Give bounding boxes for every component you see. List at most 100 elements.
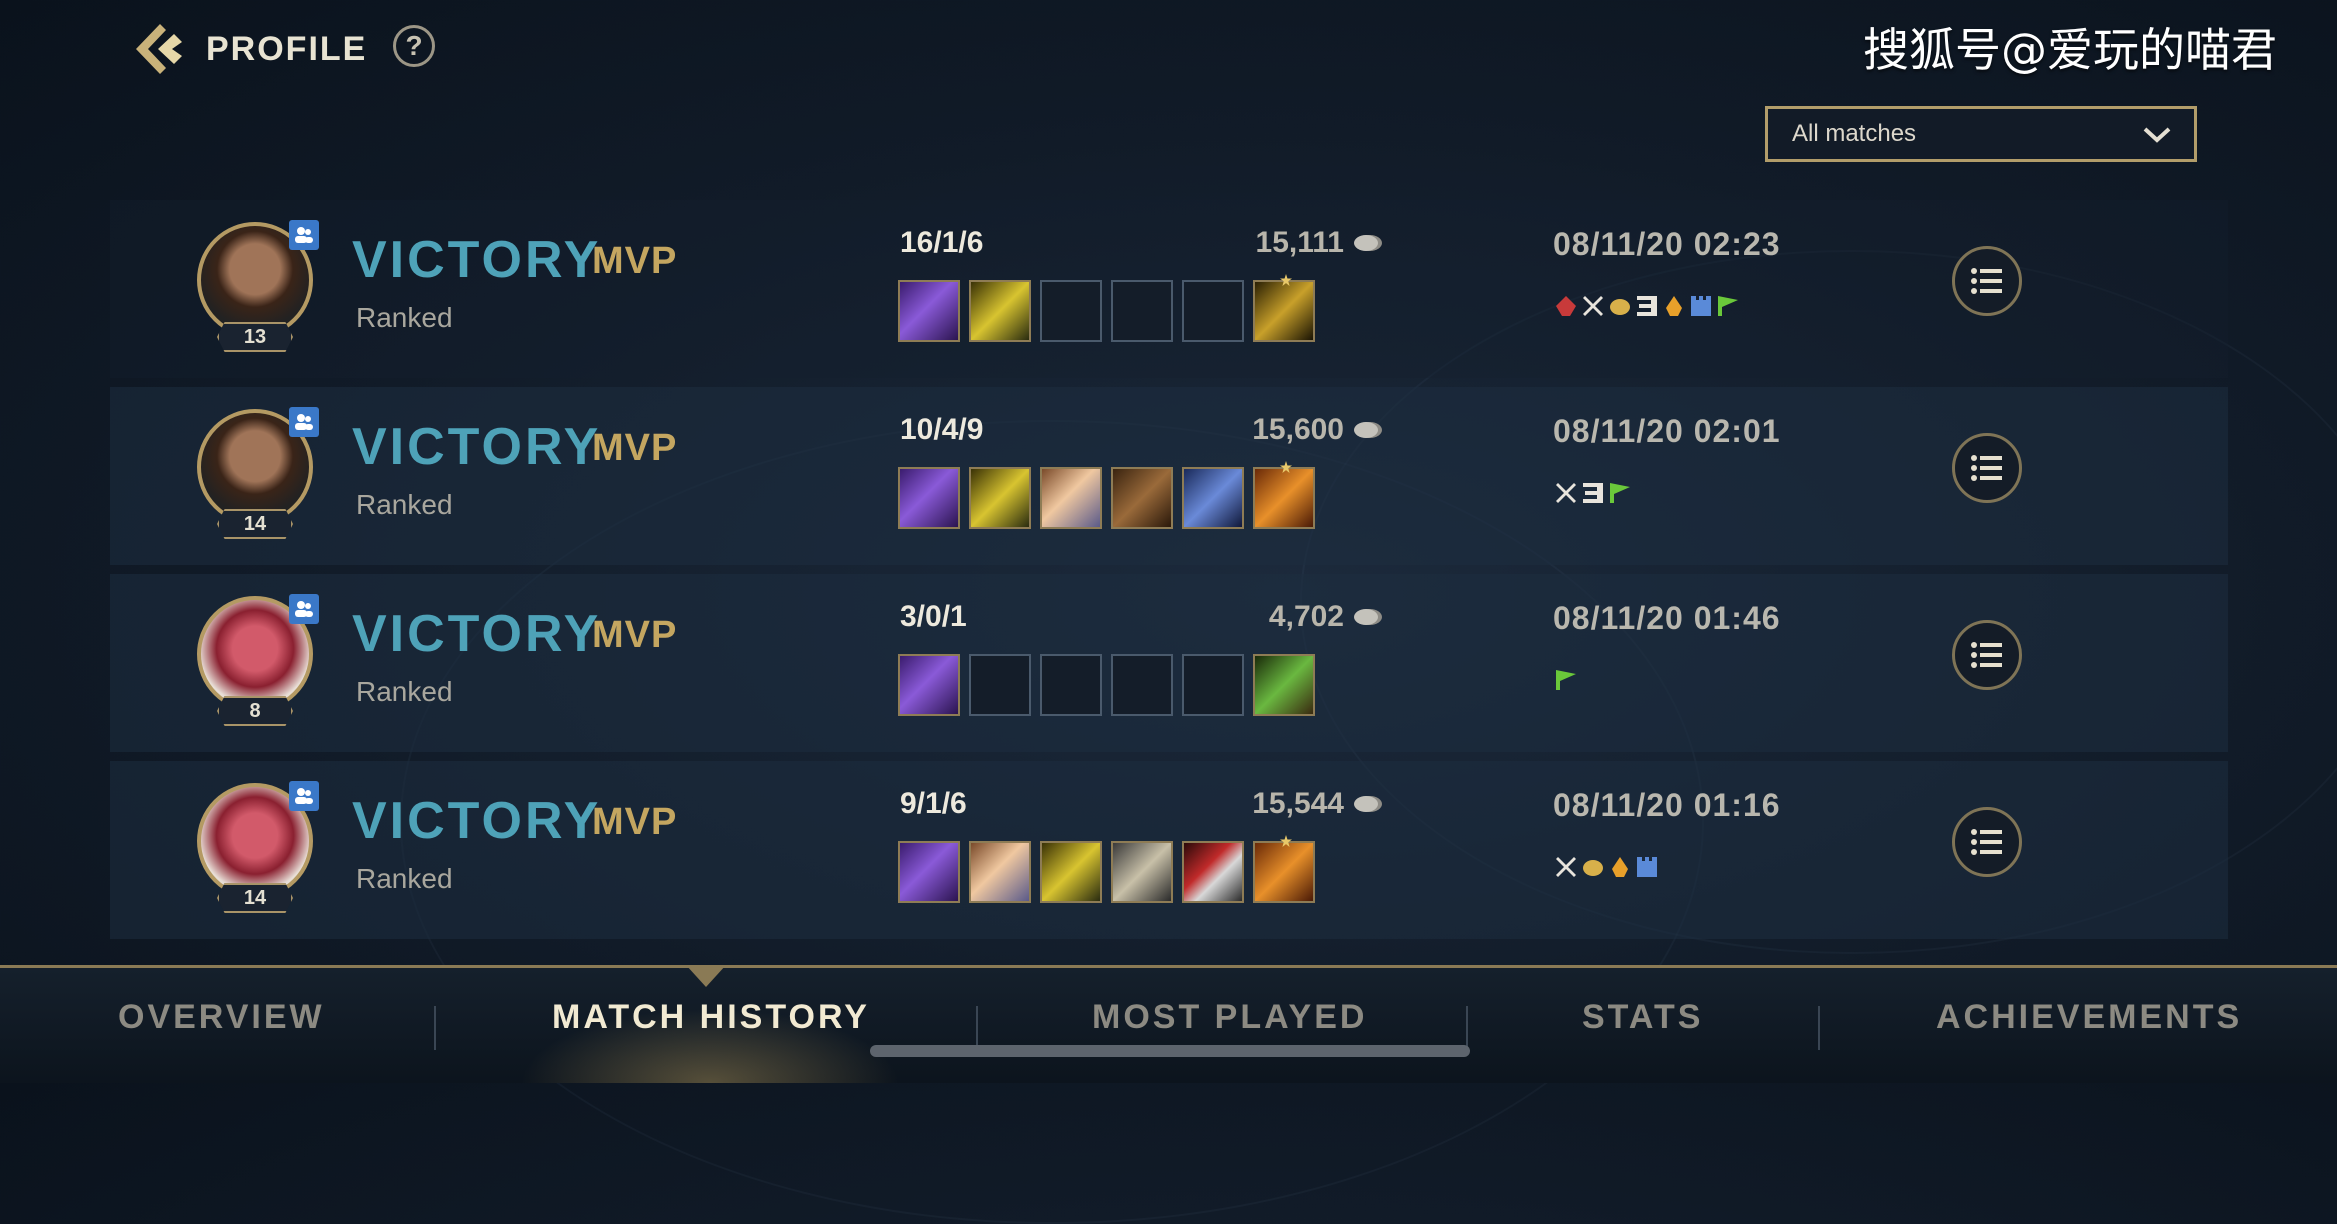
star-icon bbox=[1280, 274, 1292, 286]
purple-sword-item[interactable] bbox=[898, 654, 960, 716]
shield-item[interactable] bbox=[1182, 841, 1244, 903]
purple-sword-item[interactable] bbox=[898, 841, 960, 903]
match-details-button[interactable] bbox=[1952, 433, 2022, 503]
empty-item-slot[interactable] bbox=[1111, 280, 1173, 342]
watermark: 搜狐号@爱玩的喵君 bbox=[1863, 23, 2277, 77]
phoenix-item-starred[interactable] bbox=[1253, 835, 1315, 903]
match-timestamp: 08/11/20 01:16 bbox=[1553, 787, 1781, 823]
bottom-nav: OVERVIEW MATCH HISTORY MOST PLAYED STATS… bbox=[0, 965, 2337, 1083]
game-mode: Ranked bbox=[356, 676, 453, 707]
match-filter-dropdown[interactable]: All matches bbox=[1765, 106, 2197, 162]
empty-item-slot[interactable] bbox=[1182, 654, 1244, 716]
match-timestamp: 08/11/20 02:01 bbox=[1553, 413, 1781, 449]
match-row[interactable]: 8 VICTORY MVP Ranked 3/0/1 4,702 08/11/2… bbox=[110, 574, 2228, 752]
match-row[interactable]: 14 VICTORY MVP Ranked 10/4/9 15,600 08/1… bbox=[110, 387, 2228, 565]
match-details-button[interactable] bbox=[1952, 807, 2022, 877]
match-result: VICTORY bbox=[352, 605, 602, 663]
empty-item-slot[interactable] bbox=[1040, 654, 1102, 716]
match-result: VICTORY bbox=[352, 418, 602, 476]
gold-coin-icon bbox=[1354, 422, 1382, 438]
triple-kill-icon bbox=[1583, 483, 1603, 503]
mvp-badge: MVP bbox=[592, 240, 678, 282]
match-history-list: 13 VICTORY MVP Ranked 16/1/6 15,111 08/1… bbox=[110, 200, 2228, 948]
gold-coin-icon bbox=[1354, 235, 1382, 251]
empty-item-slot[interactable] bbox=[1182, 280, 1244, 342]
gold-earned: 15,111 bbox=[1174, 226, 1384, 260]
list-icon bbox=[1971, 829, 2002, 855]
gold-triangle-item[interactable] bbox=[969, 467, 1031, 529]
empty-item-slot[interactable] bbox=[969, 654, 1031, 716]
hero-level-badge: 14 bbox=[217, 883, 293, 913]
match-details-button[interactable] bbox=[1952, 246, 2022, 316]
kda: 10/4/9 bbox=[900, 413, 984, 446]
gold-triangle-item[interactable] bbox=[1040, 841, 1102, 903]
nav-divider bbox=[1466, 1006, 1468, 1050]
armor-item[interactable] bbox=[1111, 467, 1173, 529]
star-icon bbox=[1280, 835, 1292, 847]
flag-icon bbox=[1556, 670, 1576, 690]
gold-earned: 15,600 bbox=[1174, 413, 1384, 447]
nav-divider bbox=[1818, 1006, 1820, 1050]
hero-avatar: 14 bbox=[197, 407, 319, 539]
nav-divider bbox=[976, 1006, 978, 1050]
belt-item[interactable] bbox=[1111, 841, 1173, 903]
match-row[interactable]: 13 VICTORY MVP Ranked 16/1/6 15,111 08/1… bbox=[110, 200, 2228, 378]
match-timestamp: 08/11/20 02:23 bbox=[1553, 226, 1781, 262]
match-result: VICTORY bbox=[352, 231, 602, 289]
gold-coin-icon bbox=[1354, 796, 1382, 812]
coins-icon bbox=[1610, 299, 1630, 315]
gold-triangle-item[interactable] bbox=[969, 280, 1031, 342]
gold-earned: 15,544 bbox=[1174, 787, 1384, 821]
back-arrow-icon bbox=[136, 24, 182, 74]
coins-icon bbox=[1583, 860, 1603, 876]
hero-level-badge: 8 bbox=[217, 696, 293, 726]
item-build bbox=[898, 461, 1315, 529]
gold-value: 15,600 bbox=[1252, 413, 1344, 446]
party-icon bbox=[289, 781, 319, 811]
green-boots-item[interactable] bbox=[1253, 654, 1315, 716]
tab-match-history[interactable]: MATCH HISTORY bbox=[552, 998, 870, 1037]
game-mode: Ranked bbox=[356, 863, 453, 894]
item-build bbox=[898, 654, 1315, 716]
hero-level-badge: 13 bbox=[217, 322, 293, 352]
gold-value: 15,111 bbox=[1255, 226, 1344, 259]
tab-overview[interactable]: OVERVIEW bbox=[118, 998, 325, 1037]
tab-most-played[interactable]: MOST PLAYED bbox=[1092, 998, 1367, 1037]
chainmail-item[interactable] bbox=[1182, 467, 1244, 529]
empty-item-slot[interactable] bbox=[1040, 280, 1102, 342]
back-button[interactable]: PROFILE bbox=[130, 20, 367, 78]
purple-sword-item[interactable] bbox=[898, 280, 960, 342]
match-details-button[interactable] bbox=[1952, 620, 2022, 690]
list-icon bbox=[1971, 642, 2002, 668]
tab-achievements[interactable]: ACHIEVEMENTS bbox=[1936, 998, 2242, 1037]
home-indicator bbox=[870, 1045, 1470, 1057]
flag-icon bbox=[1610, 483, 1630, 503]
kda: 3/0/1 bbox=[900, 600, 967, 633]
purple-sword-item[interactable] bbox=[898, 467, 960, 529]
winged-blade-item[interactable] bbox=[969, 841, 1031, 903]
filter-selected-value: All matches bbox=[1792, 120, 1917, 147]
flame-icon bbox=[1612, 857, 1628, 877]
list-icon bbox=[1971, 455, 2002, 481]
phoenix-item-starred[interactable] bbox=[1253, 461, 1315, 529]
item-build bbox=[898, 274, 1315, 342]
game-mode: Ranked bbox=[356, 302, 453, 333]
boots-item-starred[interactable] bbox=[1253, 274, 1315, 342]
star-icon bbox=[1280, 461, 1292, 473]
kda: 9/1/6 bbox=[900, 787, 967, 820]
triple-kill-icon bbox=[1637, 296, 1657, 316]
empty-item-slot[interactable] bbox=[1111, 654, 1173, 716]
help-button[interactable]: ? bbox=[393, 25, 435, 67]
gold-coin-icon bbox=[1354, 609, 1382, 625]
red-blade-icon bbox=[1556, 296, 1576, 316]
chevron-down-icon bbox=[2143, 127, 2171, 143]
crossed-swords-icon bbox=[1556, 483, 1576, 503]
nav-divider bbox=[434, 1006, 436, 1050]
match-row[interactable]: 14 VICTORY MVP Ranked 9/1/6 15,544 08/11… bbox=[110, 761, 2228, 939]
achievement-icons bbox=[1556, 857, 1657, 877]
tab-stats[interactable]: STATS bbox=[1582, 998, 1703, 1037]
hero-avatar: 14 bbox=[197, 781, 319, 913]
kda: 16/1/6 bbox=[900, 226, 984, 259]
winged-blade-item[interactable] bbox=[1040, 467, 1102, 529]
party-icon bbox=[289, 407, 319, 437]
